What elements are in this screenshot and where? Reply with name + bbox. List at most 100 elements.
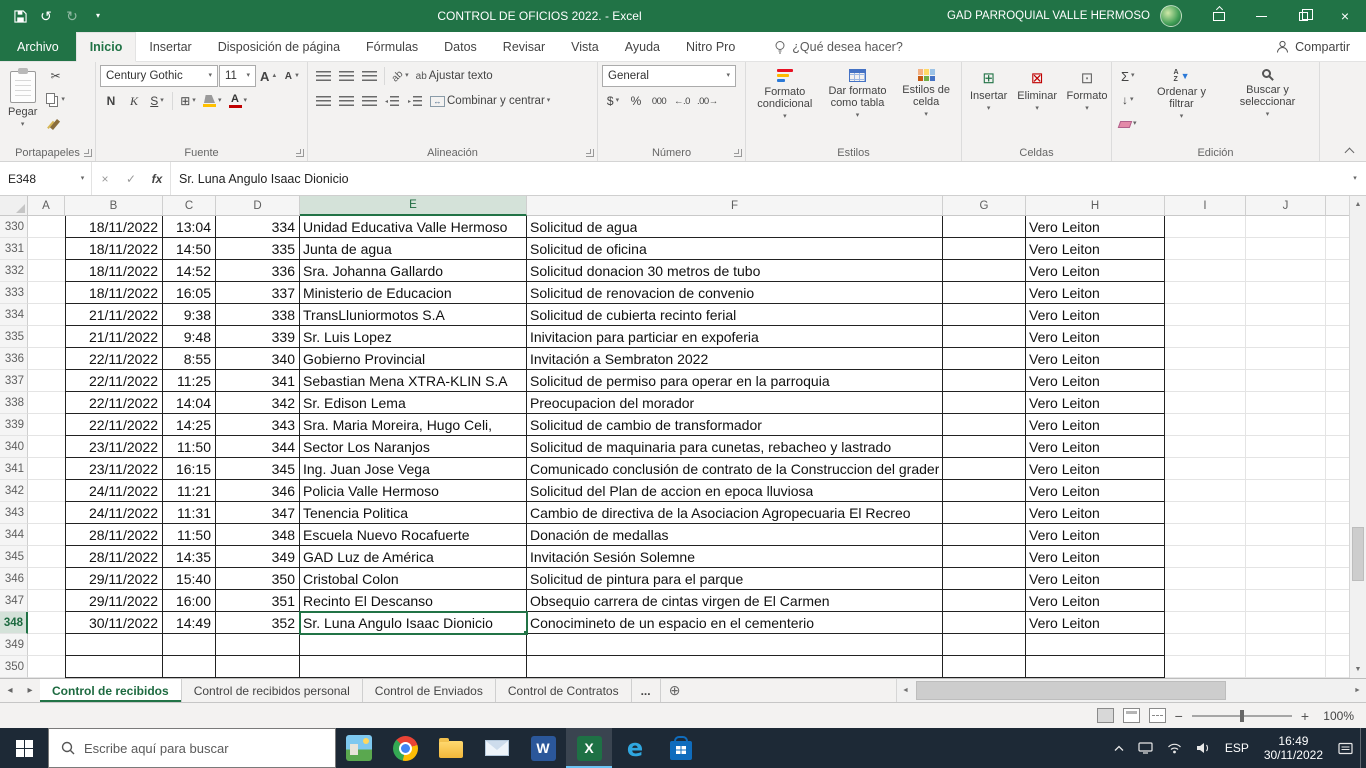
vertical-scroll-thumb[interactable] xyxy=(1352,527,1364,581)
redo-button[interactable]: ↻ xyxy=(60,4,84,28)
tab-insertar[interactable]: Insertar xyxy=(136,32,204,61)
close-button[interactable]: × xyxy=(1324,0,1366,32)
sheet-tab-2[interactable]: Control de recibidos personal xyxy=(182,679,363,702)
vertical-scroll-track[interactable] xyxy=(1350,213,1366,661)
cell-E332[interactable]: Sra. Johanna Gallardo xyxy=(300,260,527,282)
cell-I346[interactable] xyxy=(1165,568,1246,590)
cell-J347[interactable] xyxy=(1246,590,1326,612)
tab-disposicion[interactable]: Disposición de página xyxy=(205,32,353,61)
taskbar-word[interactable]: W xyxy=(520,728,566,768)
cell-D347[interactable]: 351 xyxy=(216,590,300,612)
cell-F343[interactable]: Cambio de directiva de la Asociacion Agr… xyxy=(527,502,943,524)
start-button[interactable] xyxy=(0,728,48,768)
number-format-combo[interactable]: General▾ xyxy=(602,65,736,87)
cell-B348[interactable]: 30/11/2022 xyxy=(65,612,163,634)
cell-B330[interactable]: 18/11/2022 xyxy=(65,216,163,238)
zoom-slider-thumb[interactable] xyxy=(1240,710,1244,722)
cell-D348[interactable]: 352 xyxy=(216,612,300,634)
cell-I342[interactable] xyxy=(1165,480,1246,502)
cell-I333[interactable] xyxy=(1165,282,1246,304)
cell-C345[interactable]: 14:35 xyxy=(163,546,216,568)
cell-J348[interactable] xyxy=(1246,612,1326,634)
align-center-button[interactable] xyxy=(335,90,357,112)
row-header-338[interactable]: 338 xyxy=(0,392,28,414)
cell-A334[interactable] xyxy=(28,304,65,326)
cell-E345[interactable]: GAD Luz de América xyxy=(300,546,527,568)
column-header-C[interactable]: C xyxy=(163,196,216,216)
column-header-E[interactable]: E xyxy=(300,196,527,216)
cell-H343[interactable]: Vero Leiton xyxy=(1026,502,1165,524)
cell-B343[interactable]: 24/11/2022 xyxy=(65,502,163,524)
cell-B336[interactable]: 22/11/2022 xyxy=(65,348,163,370)
cell-H342[interactable]: Vero Leiton xyxy=(1026,480,1165,502)
dialog-launcher-icon[interactable] xyxy=(586,149,594,157)
align-bottom-button[interactable] xyxy=(358,65,380,87)
row-header-347[interactable]: 347 xyxy=(0,590,28,612)
cell-G335[interactable] xyxy=(943,326,1026,348)
conditional-formatting-button[interactable]: Formato condicional▾ xyxy=(750,65,820,122)
cell-C332[interactable]: 14:52 xyxy=(163,260,216,282)
cell-H339[interactable]: Vero Leiton xyxy=(1026,414,1165,436)
cell-E335[interactable]: Sr. Luis Lopez xyxy=(300,326,527,348)
dialog-launcher-icon[interactable] xyxy=(84,149,92,157)
language-indicator[interactable]: ESP xyxy=(1218,728,1256,768)
cell-J335[interactable] xyxy=(1246,326,1326,348)
row-header-332[interactable]: 332 xyxy=(0,260,28,282)
cell-E333[interactable]: Ministerio de Educacion xyxy=(300,282,527,304)
align-left-button[interactable] xyxy=(312,90,334,112)
cell-B331[interactable]: 18/11/2022 xyxy=(65,238,163,260)
cell-I338[interactable] xyxy=(1165,392,1246,414)
fill-button[interactable]: ↓▾ xyxy=(1116,89,1140,111)
scroll-right-arrow[interactable]: ► xyxy=(1349,687,1366,694)
cell-H330[interactable]: Vero Leiton xyxy=(1026,216,1165,238)
cell-D346[interactable]: 350 xyxy=(216,568,300,590)
row-header-350[interactable]: 350 xyxy=(0,656,28,678)
cell-H334[interactable]: Vero Leiton xyxy=(1026,304,1165,326)
enter-button[interactable]: ✓ xyxy=(118,162,144,195)
ribbon-display-options-button[interactable] xyxy=(1198,0,1240,32)
cell-B334[interactable]: 21/11/2022 xyxy=(65,304,163,326)
cell-E341[interactable]: Ing. Juan Jose Vega xyxy=(300,458,527,480)
cell-B333[interactable]: 18/11/2022 xyxy=(65,282,163,304)
cell-E339[interactable]: Sra. Maria Moreira, Hugo Celi, xyxy=(300,414,527,436)
sheet-tab-1[interactable]: Control de recibidos xyxy=(40,679,182,702)
formula-input[interactable]: Sr. Luna Angulo Isaac Dionicio xyxy=(170,162,1344,195)
cell-C333[interactable]: 16:05 xyxy=(163,282,216,304)
column-header-F[interactable]: F xyxy=(527,196,943,216)
dialog-launcher-icon[interactable] xyxy=(734,149,742,157)
name-box[interactable]: E348 xyxy=(0,162,74,195)
cell-F336[interactable]: Invitación a Sembraton 2022 xyxy=(527,348,943,370)
scroll-up-arrow[interactable]: ▲ xyxy=(1350,196,1366,213)
cell-C349[interactable] xyxy=(163,634,216,656)
increase-font-button[interactable]: A▲ xyxy=(257,65,280,87)
horizontal-scroll-track[interactable] xyxy=(914,679,1349,702)
cell-A350[interactable] xyxy=(28,656,65,678)
qat-customize-button[interactable]: ▾ xyxy=(86,4,110,28)
percent-format-button[interactable]: % xyxy=(625,90,647,112)
underline-button[interactable]: S▾ xyxy=(146,90,168,112)
cell-J350[interactable] xyxy=(1246,656,1326,678)
cell-J331[interactable] xyxy=(1246,238,1326,260)
row-header-346[interactable]: 346 xyxy=(0,568,28,590)
cell-A331[interactable] xyxy=(28,238,65,260)
cell-B349[interactable] xyxy=(65,634,163,656)
cell-G342[interactable] xyxy=(943,480,1026,502)
bold-button[interactable]: N xyxy=(100,90,122,112)
cell-J349[interactable] xyxy=(1246,634,1326,656)
cell-F345[interactable]: Invitación Sesión Solemne xyxy=(527,546,943,568)
horizontal-scrollbar[interactable]: ◄ ► xyxy=(896,679,1366,702)
cell-J344[interactable] xyxy=(1246,524,1326,546)
row-header-334[interactable]: 334 xyxy=(0,304,28,326)
cell-E336[interactable]: Gobierno Provincial xyxy=(300,348,527,370)
cell-C340[interactable]: 11:50 xyxy=(163,436,216,458)
tab-nitro-pro[interactable]: Nitro Pro xyxy=(673,32,748,61)
autosum-button[interactable]: Σ▾ xyxy=(1116,65,1140,87)
scroll-left-arrow[interactable]: ◄ xyxy=(897,687,914,694)
insert-function-button[interactable]: fx xyxy=(144,162,170,195)
tell-me-box[interactable]: ¿Qué desea hacer? xyxy=(774,32,903,61)
cell-B338[interactable]: 22/11/2022 xyxy=(65,392,163,414)
cell-A345[interactable] xyxy=(28,546,65,568)
cell-G341[interactable] xyxy=(943,458,1026,480)
cell-J341[interactable] xyxy=(1246,458,1326,480)
sheet-nav-left[interactable]: ◂ xyxy=(0,679,20,702)
